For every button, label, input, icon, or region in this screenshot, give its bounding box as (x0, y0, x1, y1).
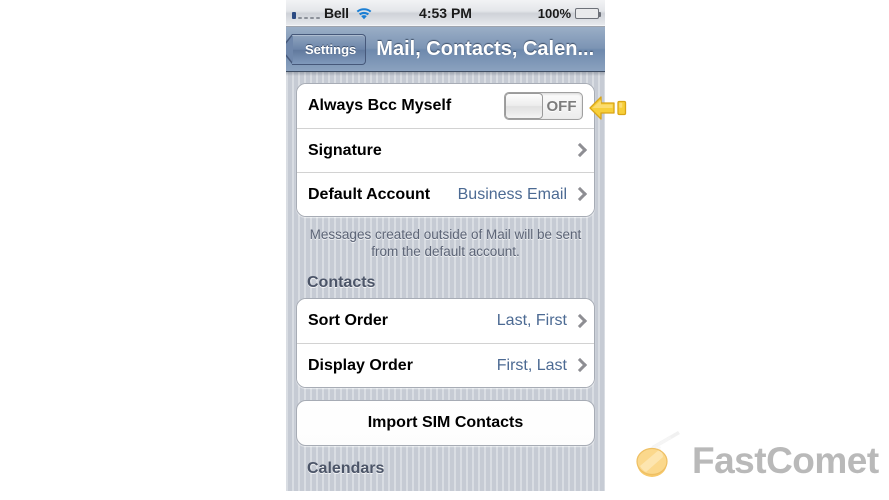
row-label: Default Account (308, 185, 431, 203)
toggle-knob (505, 93, 543, 119)
mail-settings-group: Always Bcc Myself OFF Signature Default … (296, 83, 595, 217)
import-sim-contacts-label: Import SIM Contacts (367, 414, 524, 431)
row-accessory: First, Last (497, 357, 583, 375)
fastcomet-watermark: FastComet (630, 430, 879, 493)
status-bar-clock: 4:53 PM (419, 5, 472, 21)
page-root: Bell 4:53 PM 100% Settings Mail, Contact… (0, 0, 889, 500)
import-sim-contacts-button[interactable]: Import SIM Contacts (296, 400, 595, 446)
row-label: Always Bcc Myself (308, 97, 452, 114)
section-header-calendars: Calendars (307, 460, 385, 477)
toggle-state-label: OFF (546, 97, 577, 115)
row-default-account[interactable]: Default Account Business Email (297, 172, 594, 216)
row-label: Signature (308, 141, 382, 159)
contacts-settings-group: Sort Order Last, First Display Order Fir… (296, 298, 595, 388)
row-label: Sort Order (308, 312, 389, 329)
iphone-screenshot: Bell 4:53 PM 100% Settings Mail, Contact… (286, 0, 605, 491)
comet-icon (630, 430, 688, 493)
row-accessory: Business Email (458, 186, 583, 204)
status-bar: Bell 4:53 PM 100% (286, 0, 605, 27)
row-signature[interactable]: Signature (297, 128, 594, 172)
settings-list: Always Bcc Myself OFF Signature Default … (286, 72, 605, 491)
row-accessory (567, 144, 583, 157)
row-display-order[interactable]: Display Order First, Last (297, 343, 594, 387)
row-accessory: OFF (504, 92, 583, 120)
battery-full-icon (575, 7, 601, 19)
left-arrow-callout-icon (589, 93, 627, 123)
row-value: Business Email (457, 185, 567, 203)
row-value: First, Last (496, 356, 567, 374)
chevron-right-icon (575, 359, 583, 372)
back-button-settings[interactable]: Settings (286, 33, 367, 65)
always-bcc-myself-toggle[interactable]: OFF (504, 92, 583, 120)
chevron-right-icon (575, 315, 583, 328)
default-account-footer-note: Messages created outside of Mail will be… (309, 227, 582, 259)
row-accessory: Last, First (497, 312, 583, 330)
page-title: Mail, Contacts, Calen... (376, 37, 595, 60)
fastcomet-brand-label: FastComet (692, 440, 879, 481)
back-button-label: Settings (305, 41, 357, 57)
row-value: Last, First (496, 312, 567, 329)
chevron-right-icon (575, 188, 583, 201)
navigation-bar: Settings Mail, Contacts, Calen... (286, 27, 605, 72)
chevron-right-icon (575, 144, 583, 157)
row-label: Display Order (308, 356, 413, 374)
section-header-contacts: Contacts (307, 274, 376, 291)
row-sort-order[interactable]: Sort Order Last, First (297, 299, 594, 343)
row-always-bcc-myself[interactable]: Always Bcc Myself OFF (297, 84, 594, 128)
